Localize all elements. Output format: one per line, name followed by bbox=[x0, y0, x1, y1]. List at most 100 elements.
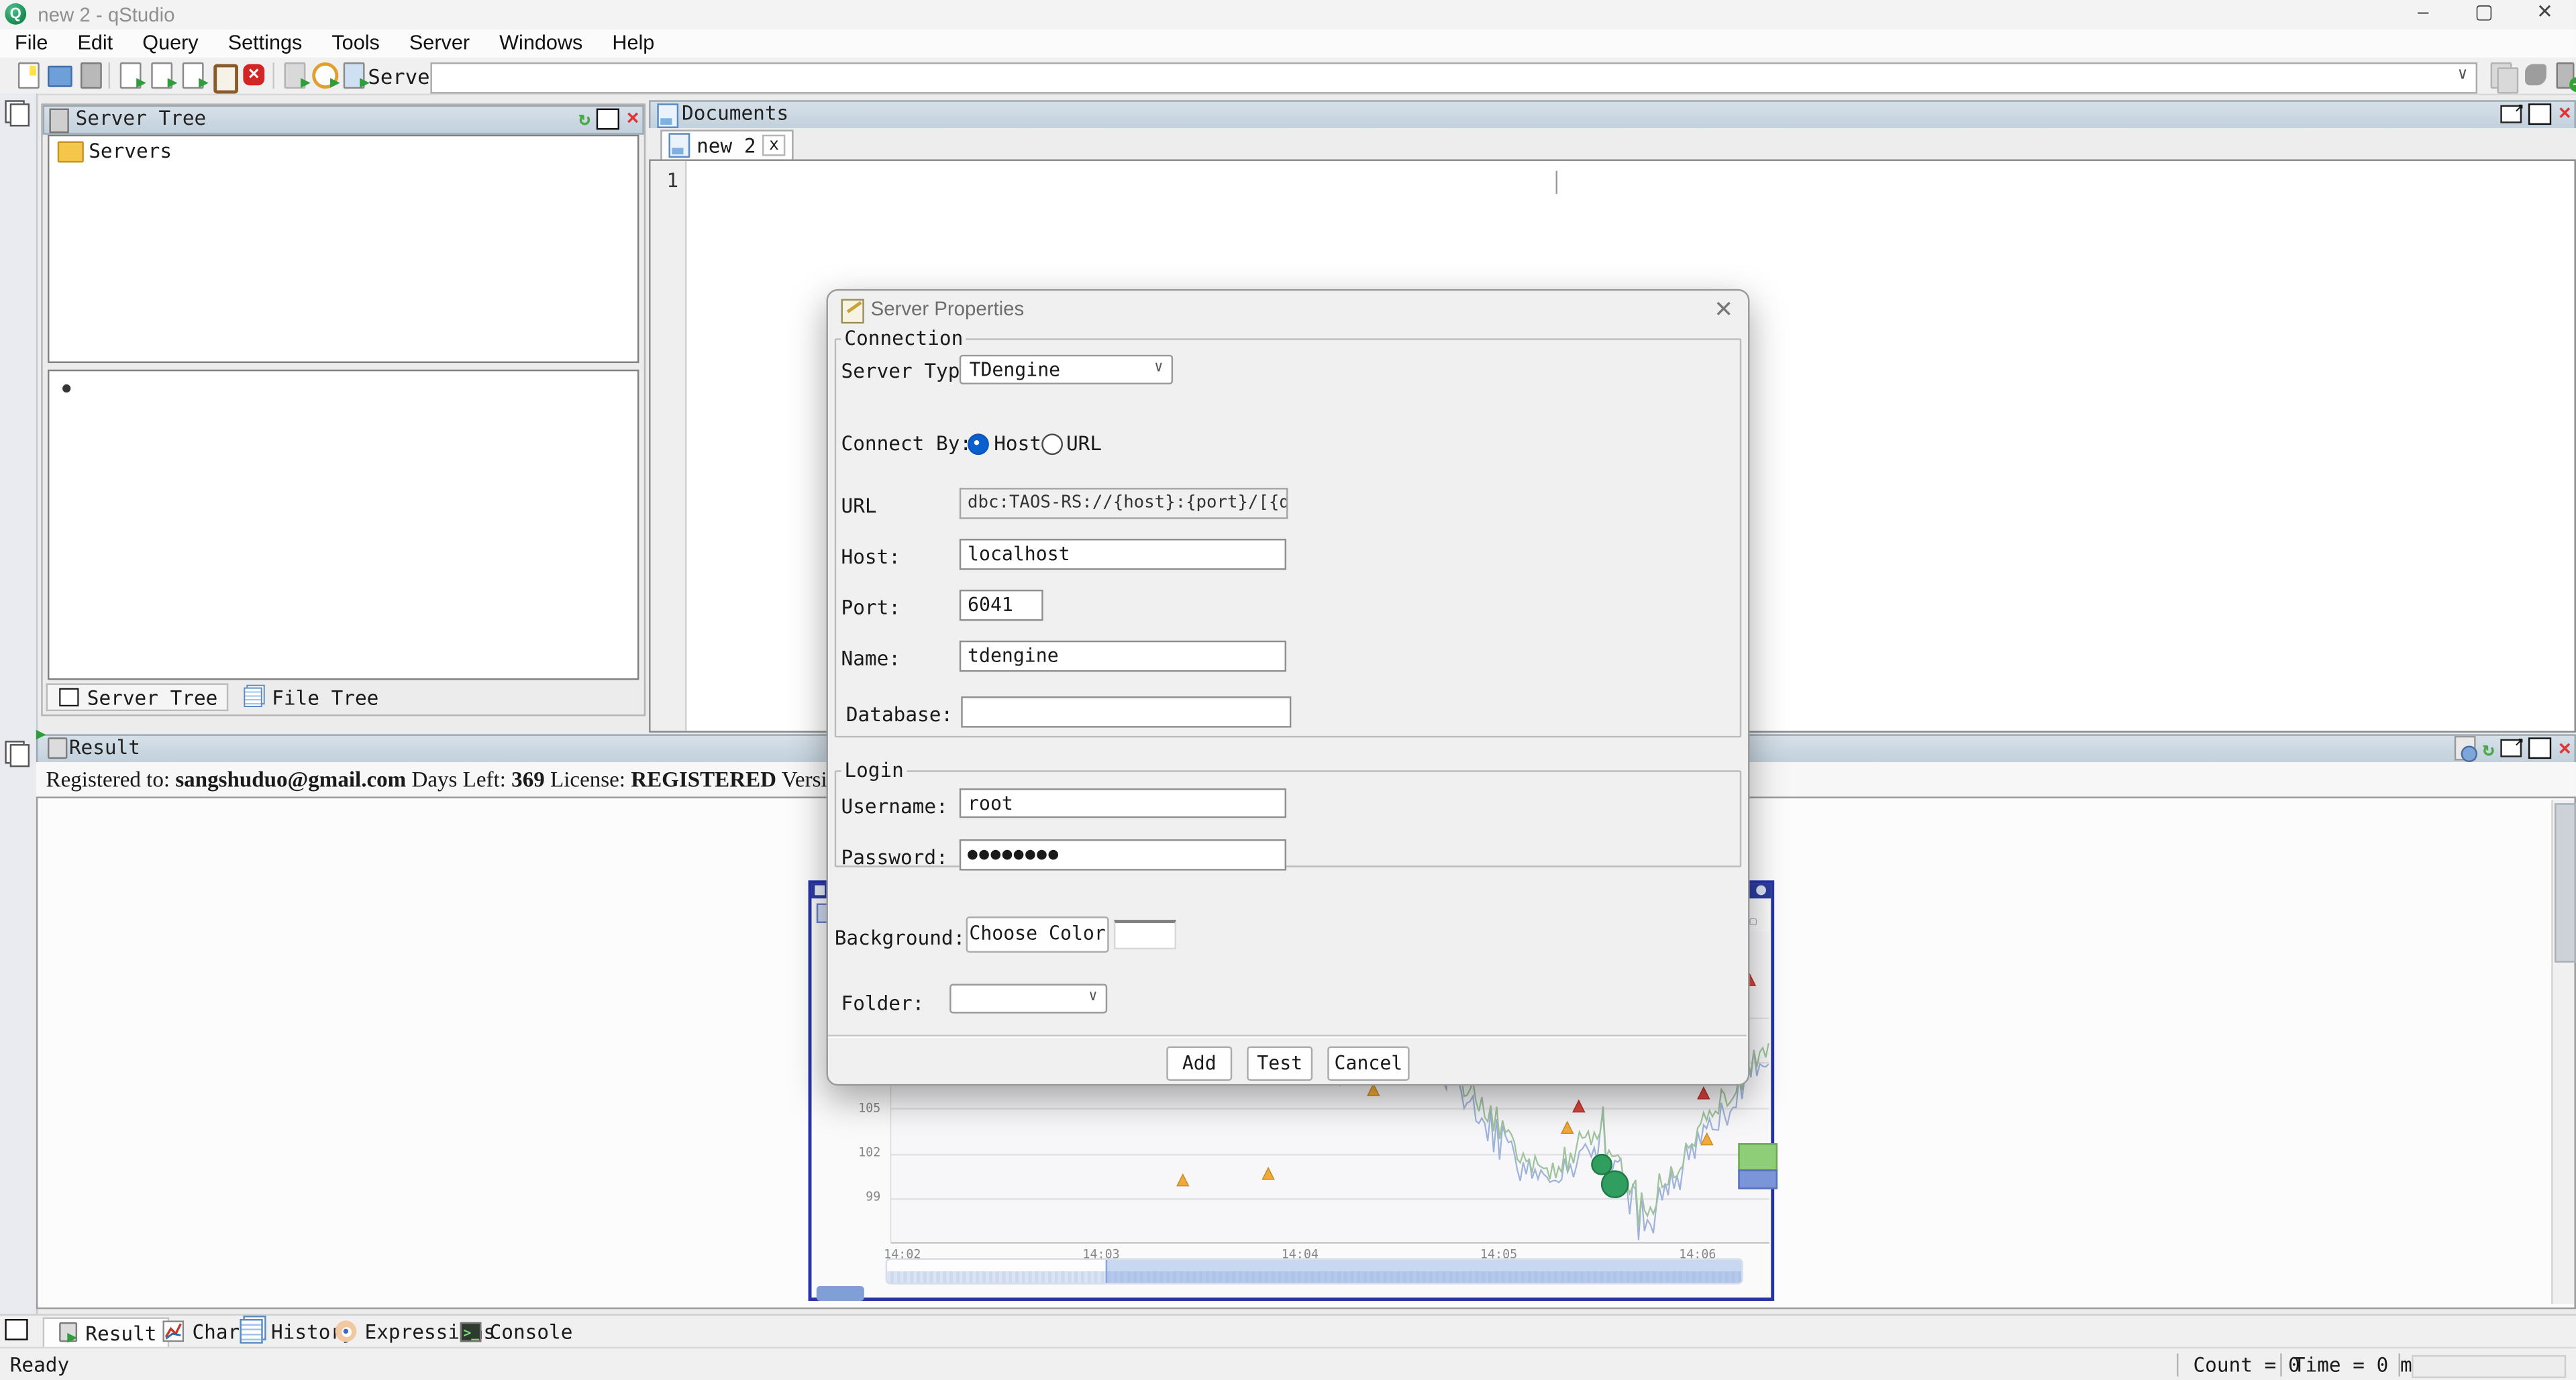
stop-query-icon[interactable]: ✕ bbox=[242, 62, 268, 89]
database-field[interactable] bbox=[961, 696, 1291, 728]
radio-url[interactable] bbox=[1041, 433, 1063, 455]
name-field[interactable]: tdengine bbox=[960, 641, 1286, 672]
connection-legend: Connection bbox=[841, 327, 967, 350]
y-axis-tick: 105 bbox=[858, 1100, 880, 1115]
menu-query[interactable]: Query bbox=[127, 30, 213, 58]
panel-title: Documents bbox=[682, 100, 788, 126]
vertical-scrollbar[interactable] bbox=[2551, 800, 2574, 1304]
maximize-panel-icon[interactable] bbox=[597, 107, 620, 129]
restore-panel-icon[interactable] bbox=[5, 1319, 30, 1344]
chevron-down-icon: ∨ bbox=[1088, 989, 1097, 1005]
navigator-selection[interactable] bbox=[1106, 1260, 1743, 1283]
test-button[interactable]: Test bbox=[1247, 1047, 1312, 1081]
server-detail-view[interactable] bbox=[48, 370, 639, 680]
run-line-icon[interactable]: ▶ bbox=[148, 62, 174, 89]
menu-help[interactable]: Help bbox=[597, 30, 669, 58]
connection-group: Connection bbox=[835, 327, 1741, 737]
url-label: URL bbox=[841, 494, 877, 517]
folder-label: Folder: bbox=[841, 992, 925, 1015]
folder-select[interactable]: ∨ bbox=[949, 984, 1107, 1014]
close-panel-icon[interactable]: × bbox=[627, 107, 639, 129]
server-properties-icon bbox=[841, 299, 864, 324]
cancel-button[interactable]: Cancel bbox=[1327, 1047, 1409, 1081]
window-icon bbox=[59, 688, 79, 706]
menu-tools[interactable]: Tools bbox=[317, 30, 395, 58]
toolbar: ▶ ▶ ▶ ✕ ▶ ▶ ▶ Server: ∨ + bbox=[0, 58, 2576, 95]
server-tree-header[interactable]: Server Tree ↻ × bbox=[43, 105, 644, 135]
menu-server[interactable]: Server bbox=[395, 30, 484, 58]
tab-file-tree[interactable]: File Tree bbox=[232, 683, 389, 711]
background-label: Background: bbox=[835, 926, 966, 949]
chart-info-icon bbox=[1756, 886, 1766, 896]
server-type-select[interactable]: TDengine ∨ bbox=[960, 355, 1173, 384]
close-panel-icon[interactable]: × bbox=[2559, 737, 2571, 759]
menu-windows[interactable]: Windows bbox=[484, 30, 597, 58]
status-separator bbox=[2280, 1353, 2281, 1376]
query-history-icon[interactable]: ▶ bbox=[311, 62, 337, 89]
menu-file[interactable]: File bbox=[0, 30, 62, 58]
server-combobox[interactable]: ∨ bbox=[430, 62, 2477, 94]
new-file-icon[interactable] bbox=[15, 62, 41, 89]
server-tree-view[interactable]: Servers bbox=[48, 135, 639, 363]
restore-panel-icon[interactable] bbox=[5, 741, 30, 765]
password-field[interactable]: ●●●●●●●● bbox=[960, 839, 1286, 871]
close-document-icon[interactable]: x bbox=[762, 135, 785, 156]
radio-host-label[interactable]: Host bbox=[994, 432, 1041, 455]
text-caret bbox=[1556, 171, 1557, 194]
radio-host[interactable] bbox=[968, 433, 989, 455]
files-icon bbox=[245, 688, 263, 707]
export-web-icon[interactable] bbox=[2455, 736, 2476, 761]
run-query-icon[interactable]: ▶ bbox=[117, 62, 143, 89]
popout-panel-icon[interactable] bbox=[2501, 104, 2522, 122]
document-tab[interactable]: new 2 x bbox=[660, 129, 794, 161]
send-query-icon[interactable]: ▶ bbox=[281, 62, 307, 89]
port-field[interactable]: 6041 bbox=[960, 590, 1043, 621]
risk-position-chip[interactable] bbox=[817, 1286, 864, 1301]
paste-icon[interactable] bbox=[210, 62, 236, 89]
maximize-panel-icon[interactable] bbox=[2529, 737, 2552, 759]
menu-edit[interactable]: Edit bbox=[62, 30, 127, 58]
maximize-panel-icon[interactable] bbox=[2529, 103, 2552, 124]
close-panel-icon[interactable]: × bbox=[2559, 102, 2571, 125]
refresh-icon[interactable]: ↻ bbox=[2483, 737, 2495, 759]
folder-icon bbox=[58, 142, 84, 163]
dialog-titlebar[interactable]: Server Properties ✕ bbox=[828, 290, 1748, 327]
tab-server-tree[interactable]: Server Tree bbox=[46, 683, 229, 711]
refresh-icon[interactable]: ↻ bbox=[578, 107, 590, 129]
choose-color-button[interactable]: Choose Color bbox=[966, 916, 1109, 953]
panel-title: Server Tree bbox=[76, 105, 207, 131]
dialog-title: Server Properties bbox=[871, 297, 1025, 320]
url-field: dbc:TAOS-RS://{host}:{port}/[{database}] bbox=[960, 488, 1288, 519]
chart-navigator[interactable] bbox=[886, 1258, 1743, 1284]
host-field[interactable]: localhost bbox=[960, 539, 1286, 570]
save-icon[interactable] bbox=[77, 62, 103, 89]
open-file-icon[interactable] bbox=[46, 62, 72, 89]
tree-item-servers[interactable]: Servers bbox=[89, 140, 172, 162]
menu-settings[interactable]: Settings bbox=[213, 30, 317, 58]
status-separator bbox=[2399, 1353, 2400, 1376]
radio-url-label[interactable]: URL bbox=[1066, 432, 1102, 455]
color-swatch[interactable] bbox=[1114, 920, 1176, 949]
chart-tool-icon[interactable] bbox=[2524, 62, 2550, 89]
copy-results-icon[interactable] bbox=[2491, 62, 2517, 89]
scrollbar-thumb[interactable] bbox=[2555, 803, 2576, 962]
username-field[interactable]: root bbox=[960, 788, 1286, 818]
tab-console[interactable]: >_ Console bbox=[448, 1318, 584, 1346]
run-selection-icon[interactable]: ▶ bbox=[179, 62, 205, 89]
documents-header[interactable]: Documents × bbox=[649, 100, 2576, 129]
restore-panel-icon[interactable] bbox=[5, 100, 30, 125]
add-button[interactable]: Add bbox=[1166, 1047, 1232, 1081]
minimize-button[interactable]: – bbox=[2399, 0, 2448, 30]
add-server-icon[interactable]: + bbox=[2553, 62, 2576, 89]
chart-grid-icon[interactable]: ▢ bbox=[1749, 915, 1756, 928]
name-label: Name: bbox=[841, 647, 900, 670]
panel-title: Result bbox=[69, 734, 140, 760]
dock-strip bbox=[0, 731, 38, 1314]
dialog-close-icon[interactable]: ✕ bbox=[1714, 296, 1733, 324]
popout-panel-icon[interactable] bbox=[2501, 739, 2522, 757]
tab-label: Result bbox=[85, 1322, 156, 1344]
maximize-button[interactable]: ▢ bbox=[2459, 0, 2508, 30]
close-button[interactable]: ✕ bbox=[2520, 0, 2569, 30]
open-script-icon[interactable]: ▶ bbox=[340, 62, 366, 89]
line-number: 1 bbox=[651, 161, 685, 193]
